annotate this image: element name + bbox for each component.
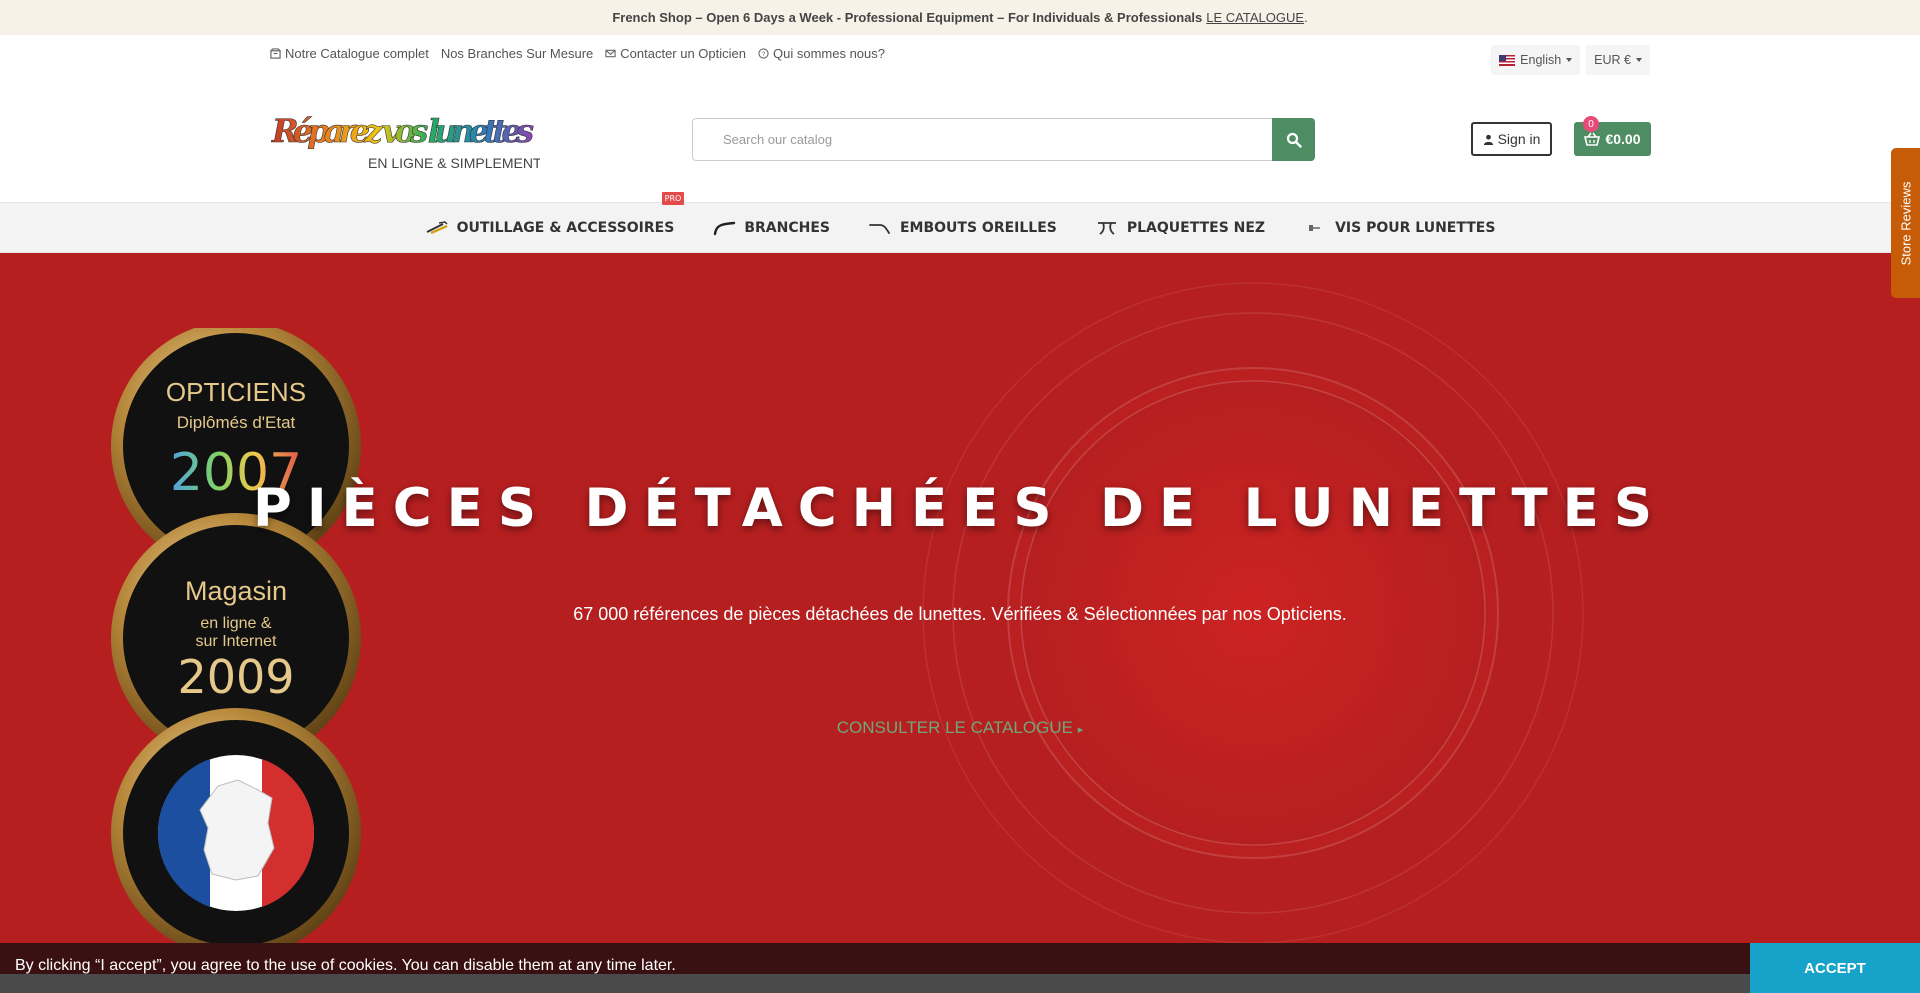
menu-item-outillage[interactable]: OUTILLAGE & ACCESSOIRES PRO [425, 191, 685, 236]
topnav-catalogue[interactable]: Notre Catalogue complet [270, 46, 429, 61]
search-button[interactable] [1272, 118, 1315, 161]
hero-banner: OPTICIENS Diplômés d'Etat 2007 Magasin e… [0, 253, 1920, 993]
chevron-down-icon [1566, 58, 1573, 62]
user-icon [1483, 134, 1493, 145]
envelope-icon [605, 49, 616, 58]
tools-icon [426, 220, 448, 234]
cart-button[interactable]: 0 €0.00 [1574, 116, 1651, 156]
medal-2007-line1: OPTICIENS [166, 377, 306, 407]
top-navigation: Notre Catalogue complet Nos Branches Sur… [270, 46, 885, 61]
site-logo[interactable]: Réparez vos lunettes EN LIGNE & SIMPLEME… [270, 108, 542, 174]
topnav-branches-label: Nos Branches Sur Mesure [440, 46, 594, 61]
menu-item-label: BRANCHES [744, 219, 830, 236]
logo-title: Réparez vos lunettes [271, 112, 534, 150]
menu-item-branches[interactable]: BRANCHES [712, 220, 830, 236]
announcement-suffix: . [1304, 10, 1308, 25]
us-flag-icon [1499, 54, 1516, 66]
topnav-branches[interactable]: Nos Branches Sur Mesure [441, 46, 593, 61]
menu-item-vis[interactable]: VIS POUR LUNETTES [1303, 220, 1495, 236]
search-input[interactable] [692, 118, 1272, 161]
medal-2007-line2: Diplômés d'Etat [177, 413, 296, 432]
screw-icon [1309, 224, 1321, 231]
menu-item-label: PLAQUETTES NEZ [1126, 219, 1266, 236]
language-selector[interactable]: English [1491, 45, 1581, 75]
store-reviews-tab[interactable]: Store Reviews [1891, 148, 1920, 298]
medal-2009-line3: sur Internet [196, 633, 277, 650]
question-circle-icon: ? [758, 48, 769, 59]
main-menu: OUTILLAGE & ACCESSOIRES PRO BRANCHES EMB… [0, 191, 1920, 253]
topnav-contact-label: Contacter un Opticien [620, 46, 746, 61]
basket-icon [1584, 132, 1601, 146]
medal-2009-year: 2009 [177, 650, 294, 704]
topnav-about-label: Qui sommes nous? [773, 46, 885, 61]
cookie-message: By clicking “I accept”, you agree to the… [15, 957, 676, 974]
menu-item-embouts[interactable]: EMBOUTS OREILLES [868, 220, 1057, 236]
announcement-text: French Shop – Open 6 Days a Week - Profe… [612, 10, 1203, 25]
hero-title: PIÈCES DÉTACHÉES DE LUNETTES [252, 478, 1668, 539]
search-bar [692, 118, 1315, 161]
catalogue-link[interactable]: LE CATALOGUE [1206, 10, 1304, 25]
chevron-down-icon [1636, 58, 1642, 62]
medals-graphic: OPTICIENS Diplômés d'Etat 2007 Magasin e… [111, 328, 361, 958]
accept-cookies-button[interactable]: ACCEPT [1750, 943, 1920, 993]
announcement-bar: French Shop – Open 6 Days a Week - Profe… [0, 0, 1920, 35]
nose-pad-icon [1097, 221, 1116, 235]
svg-text:?: ? [762, 51, 766, 58]
hero-subtitle: 67 000 références de pièces détachées de… [573, 604, 1347, 624]
language-currency: English EUR € [1491, 45, 1650, 75]
france-map-icon [199, 779, 275, 881]
store-reviews-label: Store Reviews [1898, 181, 1913, 265]
hero-cta-label: CONSULTER LE CATALOGUE [836, 718, 1073, 737]
logo-tagline: EN LIGNE & SIMPLEMENT [368, 155, 540, 171]
currency-selector[interactable]: EUR € [1586, 45, 1650, 75]
topnav-contact[interactable]: Contacter un Opticien [605, 46, 746, 61]
menu-item-label: EMBOUTS OREILLES [899, 219, 1057, 236]
ear-tip-icon [869, 223, 890, 234]
cart-total: €0.00 [1605, 131, 1641, 147]
sign-in-label: Sign in [1497, 131, 1541, 147]
medal-france [111, 708, 361, 958]
currency-label: EUR € [1594, 53, 1631, 67]
language-label: English [1520, 53, 1562, 67]
box-icon [270, 48, 281, 59]
topnav-about[interactable]: ? Qui sommes nous? [758, 46, 885, 61]
hero-cta-link[interactable]: CONSULTER LE CATALOGUE ▸ [0, 718, 1920, 738]
medal-2009-line1: Magasin [185, 576, 287, 606]
cart-count-badge: 0 [1583, 116, 1599, 132]
menu-item-plaquettes[interactable]: PLAQUETTES NEZ [1095, 220, 1265, 236]
topnav-catalogue-label: Notre Catalogue complet [285, 46, 429, 61]
menu-item-label: OUTILLAGE & ACCESSOIRES [456, 219, 675, 236]
search-icon [1286, 132, 1302, 148]
cookie-banner-strip [0, 974, 1920, 993]
sign-in-button[interactable]: Sign in [1471, 122, 1552, 156]
pro-badge: PRO [661, 191, 685, 205]
temple-arm-icon [714, 221, 736, 235]
menu-item-label: VIS POUR LUNETTES [1335, 219, 1496, 236]
caret-right-icon: ▸ [1077, 724, 1084, 736]
